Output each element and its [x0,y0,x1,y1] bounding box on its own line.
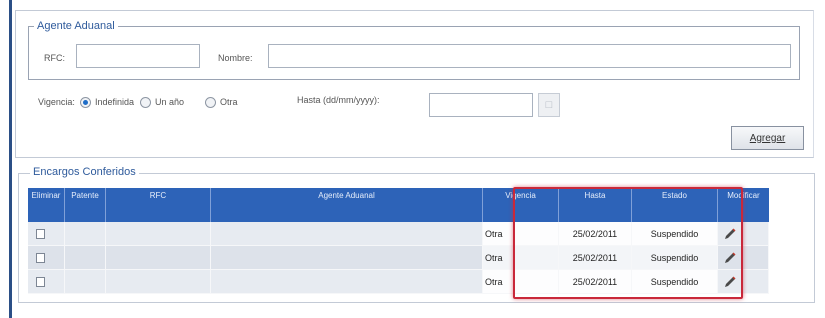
eliminar-checkbox[interactable] [36,252,45,263]
cell-rfc [106,270,211,294]
radio-indefinida-label: Indefinida [95,97,135,107]
radio-otra-label: Otra [220,97,238,107]
agregar-button[interactable]: Agregar [731,126,804,150]
cell-agente [211,246,483,270]
cell-patente [65,222,106,246]
agente-aduanal-legend: Agente Aduanal [34,20,118,32]
hasta-label: Hasta (dd/mm/yyyy): [297,95,380,105]
nombre-input[interactable] [268,44,791,68]
col-eliminar[interactable]: Eliminar [28,188,65,222]
col-agente-aduanal[interactable]: Agente Aduanal [211,188,483,222]
vigencia-label: Vigencia: [38,97,75,107]
cell-agente [211,222,483,246]
encargos-legend: Encargos Conferidos [30,166,139,178]
rfc-label: RFC: [44,53,65,63]
radio-un-ano[interactable] [140,97,151,108]
col-rfc[interactable]: RFC [106,188,211,222]
cell-patente [65,270,106,294]
cell-agente [211,270,483,294]
highlight-box [513,187,743,299]
col-patente[interactable]: Patente [65,188,106,222]
left-border-rule [9,0,12,318]
rfc-input[interactable] [76,44,200,68]
radio-otra[interactable] [205,97,216,108]
eliminar-checkbox[interactable] [36,228,45,239]
cell-rfc [106,222,211,246]
radio-un-ano-label: Un año [155,97,185,107]
hasta-date-input[interactable] [429,93,533,117]
cell-patente [65,246,106,270]
cell-rfc [106,246,211,270]
calendar-icon[interactable]: □ [538,93,560,117]
radio-indefinida[interactable] [80,97,91,108]
nombre-label: Nombre: [218,53,253,63]
eliminar-checkbox[interactable] [36,276,45,287]
